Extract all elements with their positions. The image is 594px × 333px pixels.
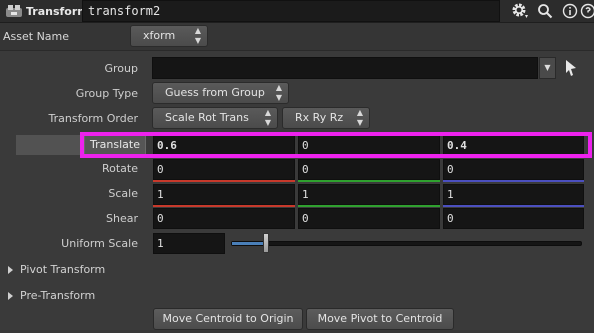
help-icon[interactable] — [578, 0, 594, 22]
scale-label: Scale — [108, 187, 138, 200]
rotate-x-field[interactable]: 0 — [153, 159, 295, 180]
rotate-x-axis-bar — [153, 180, 295, 182]
dropdown-arrows-icon: ▲ ▼ — [194, 26, 201, 45]
pivot-transform-section[interactable]: Pivot Transform — [8, 263, 105, 276]
pivot-transform-label: Pivot Transform — [20, 263, 106, 276]
rotate-y-field[interactable]: 0 — [298, 159, 440, 180]
scale-y-field[interactable]: 1 — [298, 184, 440, 205]
shear-x-field[interactable]: 0 — [153, 208, 295, 229]
asset-name-row: Asset Name xform ▲ ▼ — [0, 23, 594, 51]
group-label: Group — [104, 62, 139, 75]
scale-z-field[interactable]: 1 — [443, 184, 584, 205]
rotate-z-axis-bar — [443, 180, 584, 182]
scale-x-axis-bar — [153, 205, 295, 207]
move-pivot-to-centroid-button[interactable]: Move Pivot to Centroid — [306, 308, 454, 330]
expand-triangle-icon — [8, 266, 13, 274]
rotate-label: Rotate — [101, 162, 138, 175]
pre-transform-section[interactable]: Pre-Transform — [8, 289, 95, 302]
scale-y-axis-bar — [298, 205, 440, 207]
expand-triangle-icon — [8, 292, 13, 300]
shear-z-field[interactable]: 0 — [443, 208, 584, 229]
uniform-scale-slider-fill — [232, 242, 267, 245]
dropdown-arrows-icon: ▲ ▼ — [356, 108, 363, 127]
rotation-order-dropdown[interactable]: Rx Ry Rz ▲ ▼ — [282, 107, 370, 129]
parameter-header: Transform transform2 — [0, 0, 594, 23]
shear-y-field[interactable]: 0 — [298, 208, 440, 229]
move-centroid-to-origin-button[interactable]: Move Centroid to Origin — [153, 308, 303, 330]
uniform-scale-slider-handle[interactable] — [263, 233, 269, 253]
asset-name-dropdown[interactable]: xform ▲ ▼ — [130, 25, 208, 47]
transform-order-label: Transform Order — [48, 112, 138, 125]
transform-node-icon — [6, 5, 22, 17]
dropdown-arrows-icon: ▲ ▼ — [264, 108, 271, 127]
group-dropdown-button[interactable]: ▼ — [539, 57, 556, 79]
rotate-y-axis-bar — [298, 180, 440, 182]
uniform-scale-slider-track[interactable] — [231, 241, 582, 246]
rotate-z-field[interactable]: 0 — [443, 159, 584, 180]
search-icon[interactable] — [534, 0, 556, 22]
chevron-down-icon: ▼ — [544, 63, 551, 72]
group-type-dropdown[interactable]: Guess from Group ▲ ▼ — [152, 82, 289, 104]
pre-transform-label: Pre-Transform — [20, 289, 96, 302]
dropdown-arrows-icon: ▲ ▼ — [275, 83, 282, 102]
transform-order-value: Scale Rot Trans — [165, 111, 249, 124]
translate-row-highlight — [16, 135, 84, 155]
scale-z-axis-bar — [443, 205, 584, 207]
group-type-label: Group Type — [75, 87, 138, 100]
asset-name-label: Asset Name — [3, 30, 70, 43]
scale-x-field[interactable]: 1 — [153, 184, 295, 205]
group-type-value: Guess from Group — [165, 86, 265, 99]
asset-name-value: xform — [143, 29, 176, 42]
rotation-order-value: Rx Ry Rz — [295, 111, 344, 124]
node-name-field[interactable]: transform2 — [82, 0, 500, 22]
select-arrow-icon[interactable] — [563, 58, 579, 78]
node-type-label: Transform — [26, 5, 89, 18]
uniform-scale-label: Uniform Scale — [61, 237, 138, 250]
uniform-scale-field[interactable]: 1 — [153, 233, 225, 254]
gear-icon[interactable] — [507, 0, 533, 22]
transform-order-dropdown[interactable]: Scale Rot Trans ▲ ▼ — [152, 107, 278, 129]
group-field[interactable] — [152, 57, 538, 79]
shear-label: Shear — [106, 212, 138, 225]
translate-highlight-box — [80, 132, 592, 158]
